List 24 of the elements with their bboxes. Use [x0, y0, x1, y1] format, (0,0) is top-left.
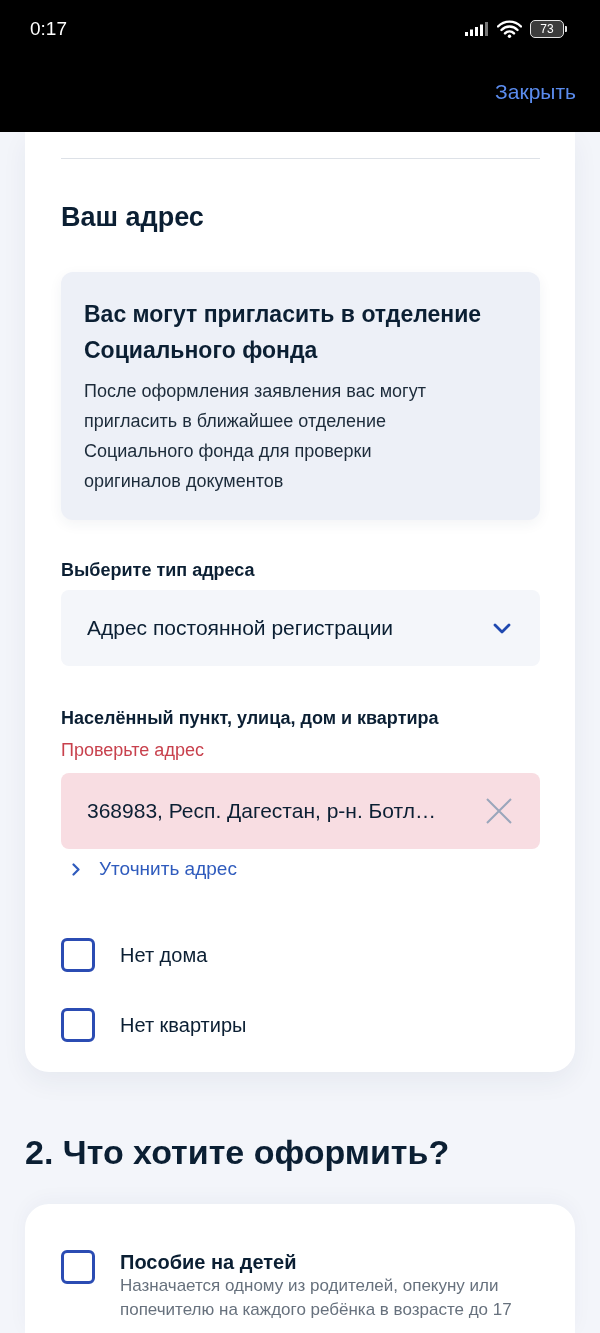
address-type-select[interactable]: Адрес постоянной регистрации	[61, 590, 540, 666]
close-link[interactable]: Закрыть	[495, 79, 576, 105]
chevron-down-icon	[493, 622, 511, 634]
checkbox[interactable]	[61, 1008, 95, 1042]
option-title: Пособие на детей	[120, 1250, 298, 1274]
checkbox[interactable]	[61, 1250, 95, 1284]
chevron-right-icon	[72, 862, 80, 876]
section-heading: Ваш адрес	[61, 201, 205, 233]
checkbox-label: Нет дома	[120, 943, 208, 967]
info-text: После оформления заявления вас могут пригласить в ближайшее отделение Социального фонда для проверки оригиналов документов	[84, 380, 427, 493]
wifi-icon	[497, 20, 522, 38]
signal-icon	[465, 22, 489, 36]
field-label: Выберите тип адреса	[61, 559, 256, 582]
section-title: 2. Что хотите оформить?	[25, 1132, 451, 1172]
status-time: 0:17	[30, 18, 67, 40]
battery-percent: 73	[540, 22, 554, 36]
field-label: Населённый пункт, улица, дом и квартира	[61, 707, 440, 730]
clarify-address-link[interactable]: Уточнить адрес	[61, 857, 237, 881]
address-field[interactable]: 368983, Респ. Дагестан, р-н. Ботл…	[61, 773, 540, 849]
checkbox[interactable]	[61, 938, 95, 972]
checkbox-label: Нет квартиры	[120, 1013, 247, 1037]
option-description: Назначается одному из родителей, опекуну или попечителю на каждого ребёнка в возрасте до 17	[120, 1275, 513, 1321]
error-message: Проверьте адрес	[61, 739, 205, 762]
info-title: Вас могут пригласить в отделение Социального фонда	[84, 300, 483, 365]
